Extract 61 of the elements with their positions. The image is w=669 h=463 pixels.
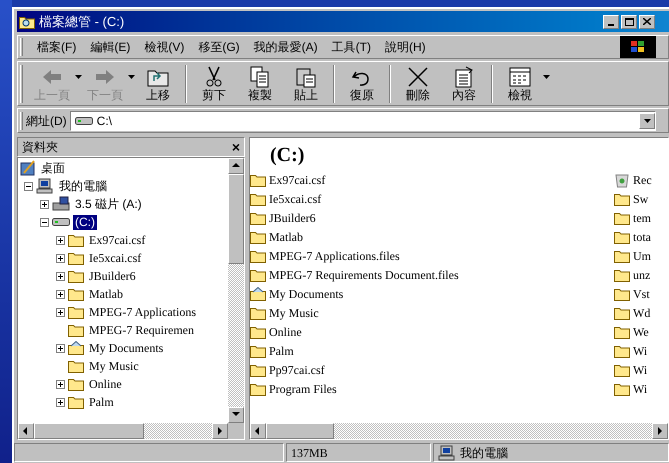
- file-item[interactable]: Vst: [633, 284, 650, 302]
- close-pane-button[interactable]: ×: [232, 140, 240, 154]
- menu-item[interactable]: 檢視(V): [144, 38, 184, 56]
- window-title: 檔案總管 - (C:): [39, 12, 124, 31]
- tree-item[interactable]: Online: [87, 376, 124, 392]
- menu-item[interactable]: 說明(H): [384, 38, 426, 56]
- toolbar-button[interactable]: 內容: [441, 62, 487, 104]
- drive-heading: (C:): [270, 143, 304, 168]
- file-item[interactable]: Sw: [633, 190, 648, 208]
- file-item[interactable]: Wd: [633, 304, 650, 322]
- menu-item[interactable]: 編輯(E): [90, 38, 130, 56]
- tree-item[interactable]: Matlab: [87, 286, 125, 302]
- file-item[interactable]: Matlab: [269, 228, 303, 246]
- file-item[interactable]: Program Files: [269, 380, 337, 398]
- address-field[interactable]: C:\: [70, 110, 656, 130]
- toolbar-button[interactable]: 貼上: [283, 62, 329, 104]
- tree-item[interactable]: Palm: [87, 394, 116, 410]
- file-item[interactable]: Ex97cai.csf: [269, 170, 326, 188]
- file-item[interactable]: tem: [633, 208, 651, 226]
- file-item[interactable]: Wi: [633, 360, 648, 378]
- tree-item[interactable]: My Documents: [87, 340, 166, 356]
- tree-item[interactable]: 3.5 磁片 (A:): [73, 196, 144, 212]
- file-item[interactable]: unz: [633, 266, 650, 284]
- file-item[interactable]: Online: [269, 322, 302, 340]
- menu-item[interactable]: 工具(T): [332, 38, 371, 56]
- tree-item[interactable]: 我的電腦: [57, 178, 109, 194]
- tree-item[interactable]: MPEG-7 Applications: [87, 304, 198, 320]
- toolbar-button[interactable]: 刪除: [395, 62, 441, 104]
- tree-item[interactable]: MPEG-7 Requiremen: [87, 322, 196, 338]
- tree-item[interactable]: (C:): [73, 214, 97, 230]
- status-location: 我的電腦: [433, 443, 669, 462]
- file-item[interactable]: Palm: [269, 342, 294, 360]
- status-size: 137MB: [286, 443, 431, 462]
- address-label: 網址(D): [26, 112, 67, 130]
- menu-item[interactable]: 移至(G): [198, 38, 240, 56]
- file-item[interactable]: MPEG-7 Requirements Document.files: [269, 266, 459, 284]
- file-item[interactable]: Wi: [633, 342, 648, 360]
- toolbar-button[interactable]: 上移: [135, 62, 181, 104]
- toolbar-button[interactable]: 復原: [339, 62, 385, 104]
- tree-item[interactable]: 桌面: [39, 160, 67, 176]
- file-item[interactable]: My Documents: [269, 284, 344, 302]
- file-item[interactable]: Um: [633, 246, 651, 264]
- tree-item[interactable]: My Music: [87, 358, 141, 374]
- toolbar-button[interactable]: 複製: [237, 62, 283, 104]
- pane-title: 資料夾: [22, 139, 58, 156]
- file-item[interactable]: My Music: [269, 304, 319, 322]
- file-item[interactable]: Ie5xcai.csf: [269, 190, 322, 208]
- tree-item[interactable]: Ex97cai.csf: [87, 232, 148, 248]
- file-item[interactable]: JBuilder6: [269, 208, 316, 226]
- file-item[interactable]: Pp97cai.csf: [269, 360, 325, 378]
- file-item[interactable]: Wi: [633, 380, 648, 398]
- menu-item[interactable]: 檔案(F): [37, 38, 76, 56]
- file-item[interactable]: MPEG-7 Applications.files: [269, 246, 400, 264]
- file-item[interactable]: Rec: [633, 170, 652, 188]
- file-item[interactable]: tota: [633, 228, 651, 246]
- file-item[interactable]: We: [633, 322, 649, 340]
- tree-item[interactable]: Ie5xcai.csf: [87, 250, 144, 266]
- toolbar-button[interactable]: 剪下: [191, 62, 237, 104]
- toolbar-button[interactable]: 檢視: [497, 62, 550, 104]
- menu-item[interactable]: 我的最愛(A): [254, 38, 318, 56]
- tree-item[interactable]: JBuilder6: [87, 268, 138, 284]
